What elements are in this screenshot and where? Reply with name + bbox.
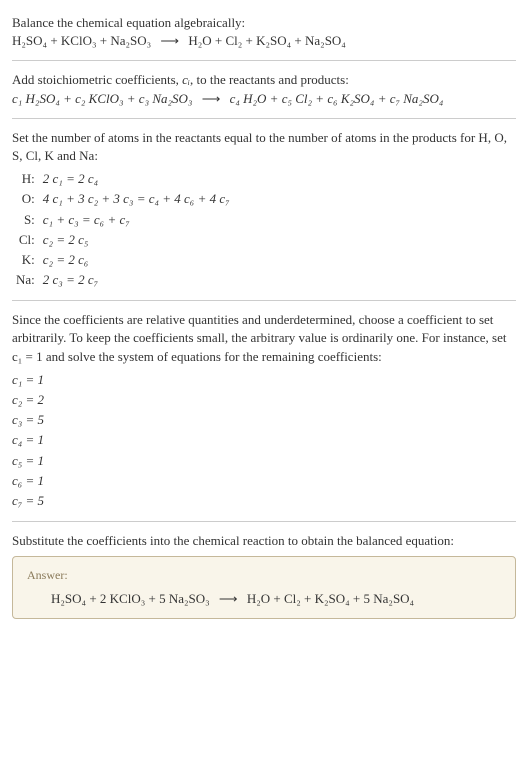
coeff-list: c₁ = 1 c₂ = 2 c₃ = 5 c₄ = 1 c₅ = 1 c₆ = … — [12, 370, 516, 511]
stoich-equation: c₁ H₂SO₄ + c₂ KClO₃ + c₃ Na₂SO₃ ⟶ c₄ H₂O… — [12, 90, 516, 108]
ci-symbol: cᵢ — [182, 72, 190, 87]
divider — [12, 118, 516, 119]
answer-rhs: H₂O + Cl₂ + K₂SO₄ + 5 Na₂SO₄ — [247, 591, 414, 606]
element-equation: c₂ = 2 c₅ — [39, 230, 234, 250]
intro-equation: H₂SO₄ + KClO₃ + Na₂SO₃ ⟶ H₂O + Cl₂ + K₂S… — [12, 32, 516, 50]
stoich-text-part2: , to the reactants and products: — [190, 72, 349, 87]
answer-label: Answer: — [27, 567, 501, 584]
atoms-section: Set the number of atoms in the reactants… — [12, 123, 516, 297]
intro-text: Balance the chemical equation algebraica… — [12, 14, 516, 32]
stoich-text: Add stoichiometric coefficients, cᵢ, to … — [12, 71, 516, 89]
solve-text: Since the coefficients are relative quan… — [12, 311, 516, 366]
answer-box: Answer: H₂SO₄ + 2 KClO₃ + 5 Na₂SO₃ ⟶ H₂O… — [12, 556, 516, 619]
table-row: Cl: c₂ = 2 c₅ — [12, 230, 234, 250]
element-label: Cl: — [12, 230, 39, 250]
answer-equation: H₂SO₄ + 2 KClO₃ + 5 Na₂SO₃ ⟶ H₂O + Cl₂ +… — [27, 590, 501, 608]
coeff-item: c₄ = 1 — [12, 430, 516, 450]
coeff-item: c₁ = 1 — [12, 370, 516, 390]
atoms-table: H: 2 c₁ = 2 c₄ O: 4 c₁ + 3 c₂ + 3 c₃ = c… — [12, 169, 234, 290]
arrow-icon: ⟶ — [219, 590, 238, 608]
substitute-section: Substitute the coefficients into the che… — [12, 526, 516, 625]
stoich-lhs: c₁ H₂SO₄ + c₂ KClO₃ + c₃ Na₂SO₃ — [12, 91, 192, 106]
element-equation: c₁ + c₃ = c₆ + c₇ — [39, 210, 234, 230]
intro-section: Balance the chemical equation algebraica… — [12, 8, 516, 56]
substitute-text: Substitute the coefficients into the che… — [12, 532, 516, 550]
arrow-icon: ⟶ — [202, 90, 221, 108]
table-row: H: 2 c₁ = 2 c₄ — [12, 169, 234, 189]
intro-lhs: H₂SO₄ + KClO₃ + Na₂SO₃ — [12, 33, 151, 48]
divider — [12, 300, 516, 301]
table-row: S: c₁ + c₃ = c₆ + c₇ — [12, 210, 234, 230]
element-equation: 2 c₃ = 2 c₇ — [39, 270, 234, 290]
table-row: Na: 2 c₃ = 2 c₇ — [12, 270, 234, 290]
stoich-rhs: c₄ H₂O + c₅ Cl₂ + c₆ K₂SO₄ + c₇ Na₂SO₄ — [230, 91, 444, 106]
answer-lhs: H₂SO₄ + 2 KClO₃ + 5 Na₂SO₃ — [51, 591, 210, 606]
element-equation: 2 c₁ = 2 c₄ — [39, 169, 234, 189]
stoich-text-part1: Add stoichiometric coefficients, — [12, 72, 182, 87]
divider — [12, 60, 516, 61]
intro-rhs: H₂O + Cl₂ + K₂SO₄ + Na₂SO₄ — [188, 33, 346, 48]
element-equation: 4 c₁ + 3 c₂ + 3 c₃ = c₄ + 4 c₆ + 4 c₇ — [39, 189, 234, 209]
arrow-icon: ⟶ — [160, 32, 179, 50]
element-label: O: — [12, 189, 39, 209]
divider — [12, 521, 516, 522]
solve-section: Since the coefficients are relative quan… — [12, 305, 516, 517]
table-row: O: 4 c₁ + 3 c₂ + 3 c₃ = c₄ + 4 c₆ + 4 c₇ — [12, 189, 234, 209]
element-label: S: — [12, 210, 39, 230]
element-equation: c₂ = 2 c₆ — [39, 250, 234, 270]
coeff-item: c₇ = 5 — [12, 491, 516, 511]
stoich-section: Add stoichiometric coefficients, cᵢ, to … — [12, 65, 516, 113]
coeff-item: c₅ = 1 — [12, 451, 516, 471]
atoms-text: Set the number of atoms in the reactants… — [12, 129, 516, 165]
table-row: K: c₂ = 2 c₆ — [12, 250, 234, 270]
element-label: H: — [12, 169, 39, 189]
coeff-item: c₂ = 2 — [12, 390, 516, 410]
coeff-item: c₆ = 1 — [12, 471, 516, 491]
element-label: K: — [12, 250, 39, 270]
coeff-item: c₃ = 5 — [12, 410, 516, 430]
element-label: Na: — [12, 270, 39, 290]
